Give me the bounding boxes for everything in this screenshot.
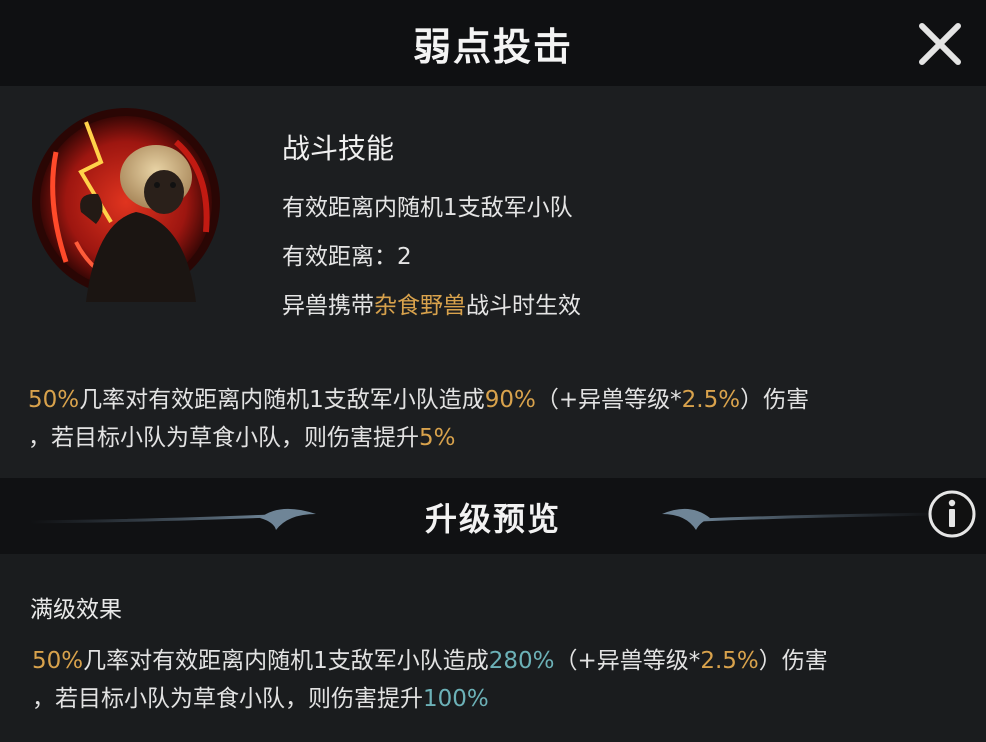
max-effect-text-1: 几率对有效距离内随机1支敌军小队造成 [83, 648, 489, 674]
info-button[interactable] [926, 488, 978, 540]
monkey-portrait-icon [32, 108, 220, 302]
max-effect-text: 50%几率对有效距离内随机1支敌军小队造成280%（+异兽等级*2.5%）伤害 ，… [32, 642, 972, 718]
damage-value: 90% [484, 387, 536, 413]
max-effect-text-2: （+异兽等级* [554, 648, 701, 674]
scaling-value: 2.5% [681, 387, 741, 413]
max-damage-value: 280% [488, 648, 555, 674]
max-scaling-value: 2.5% [700, 648, 759, 674]
skill-condition-text: 异兽携带杂食野兽战斗时生效 [282, 286, 581, 320]
close-icon [919, 23, 961, 65]
max-effect-text-3: ）伤害 [758, 648, 828, 674]
condition-beast-type: 杂食野兽 [374, 293, 466, 319]
max-level-label: 满级效果 [30, 597, 122, 623]
chance-value: 50% [28, 387, 80, 413]
skill-target-text: 有效距离内随机1支敌军小队 [282, 195, 573, 221]
right-feather-ornament-icon [662, 508, 940, 530]
bonus-value: 5% [419, 425, 456, 451]
effect-text-2: （+异兽等级* [535, 387, 682, 413]
skill-type-label: 战斗技能 [282, 132, 395, 165]
close-button[interactable] [910, 14, 970, 74]
effect-text-4: ，若目标小队为草食小队，则伤害提升 [28, 425, 419, 451]
info-icon [928, 490, 976, 538]
skill-portrait [26, 102, 226, 302]
condition-suffix: 战斗时生效 [466, 293, 581, 319]
page-title: 弱点投击 [412, 25, 573, 69]
max-effect-text-4: ，若目标小队为草食小队，则伤害提升 [32, 686, 423, 712]
effect-text-1: 几率对有效距离内随机1支敌军小队造成 [79, 387, 485, 413]
skill-range-text: 有效距离：2 [282, 244, 412, 270]
max-chance-value: 50% [32, 648, 84, 674]
current-effect-text: 50%几率对有效距离内随机1支敌军小队造成90%（+异兽等级*2.5%）伤害 ，若… [28, 381, 968, 457]
condition-prefix: 异兽携带 [282, 293, 374, 319]
max-bonus-value: 100% [423, 686, 489, 712]
effect-text-3: ）伤害 [740, 387, 810, 413]
